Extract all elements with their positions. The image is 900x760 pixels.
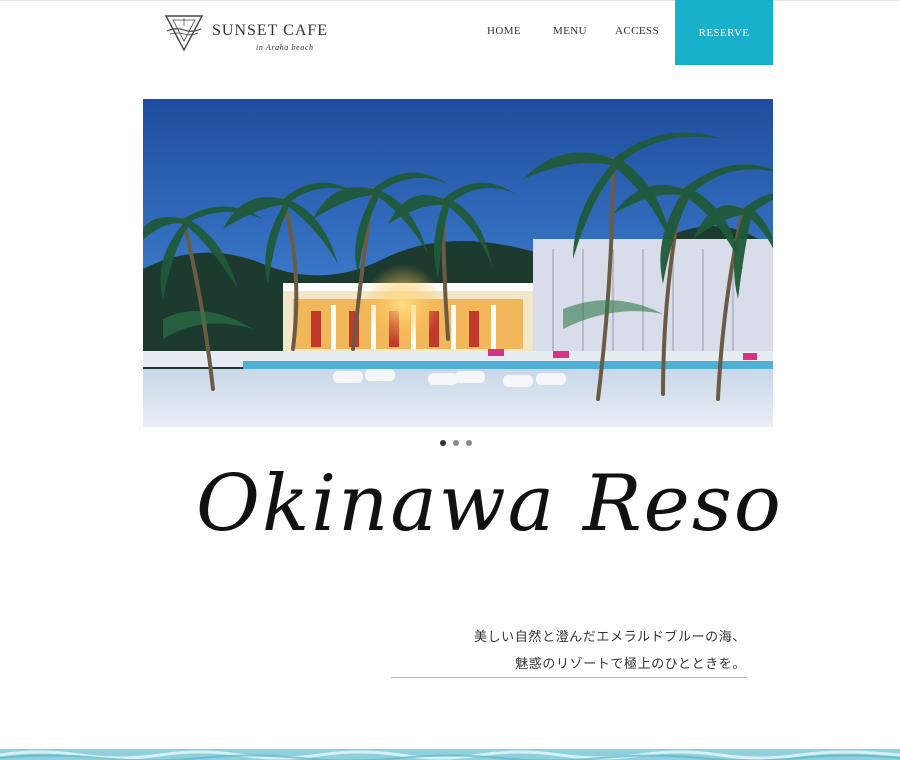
headline-script: Okinawa Resort [196, 459, 780, 549]
nav-menu-link[interactable]: MENU [553, 25, 587, 37]
nav-access-link[interactable]: ACCESS [615, 25, 659, 37]
headline-text: Okinawa Resort [196, 459, 780, 549]
nav-home-link[interactable]: HOME [487, 25, 521, 37]
hero-image [143, 99, 773, 427]
next-section-image [0, 748, 900, 760]
tagline-line-1: 美しい自然と澄んだエメラルドブルーの海、 [473, 630, 746, 645]
reserve-button[interactable]: RESERVE [675, 0, 773, 65]
tagline: 美しい自然と澄んだエメラルドブルーの海、 魅惑のリゾートで極上のひとときを。 [474, 624, 746, 678]
hero-slideshow[interactable] [143, 99, 773, 427]
tagline-divider [391, 677, 747, 678]
site-logo[interactable]: SUNSET CAFE in Araha beach [164, 10, 334, 56]
tagline-line-2: 魅惑のリゾートで極上のひとときを。 [515, 657, 746, 672]
logo-title: SUNSET CAFE [212, 22, 329, 39]
triangle-emblem-icon [164, 15, 204, 52]
headline: Okinawa Resort [180, 430, 780, 570]
logo-subtitle: in Araha beach [256, 43, 314, 52]
